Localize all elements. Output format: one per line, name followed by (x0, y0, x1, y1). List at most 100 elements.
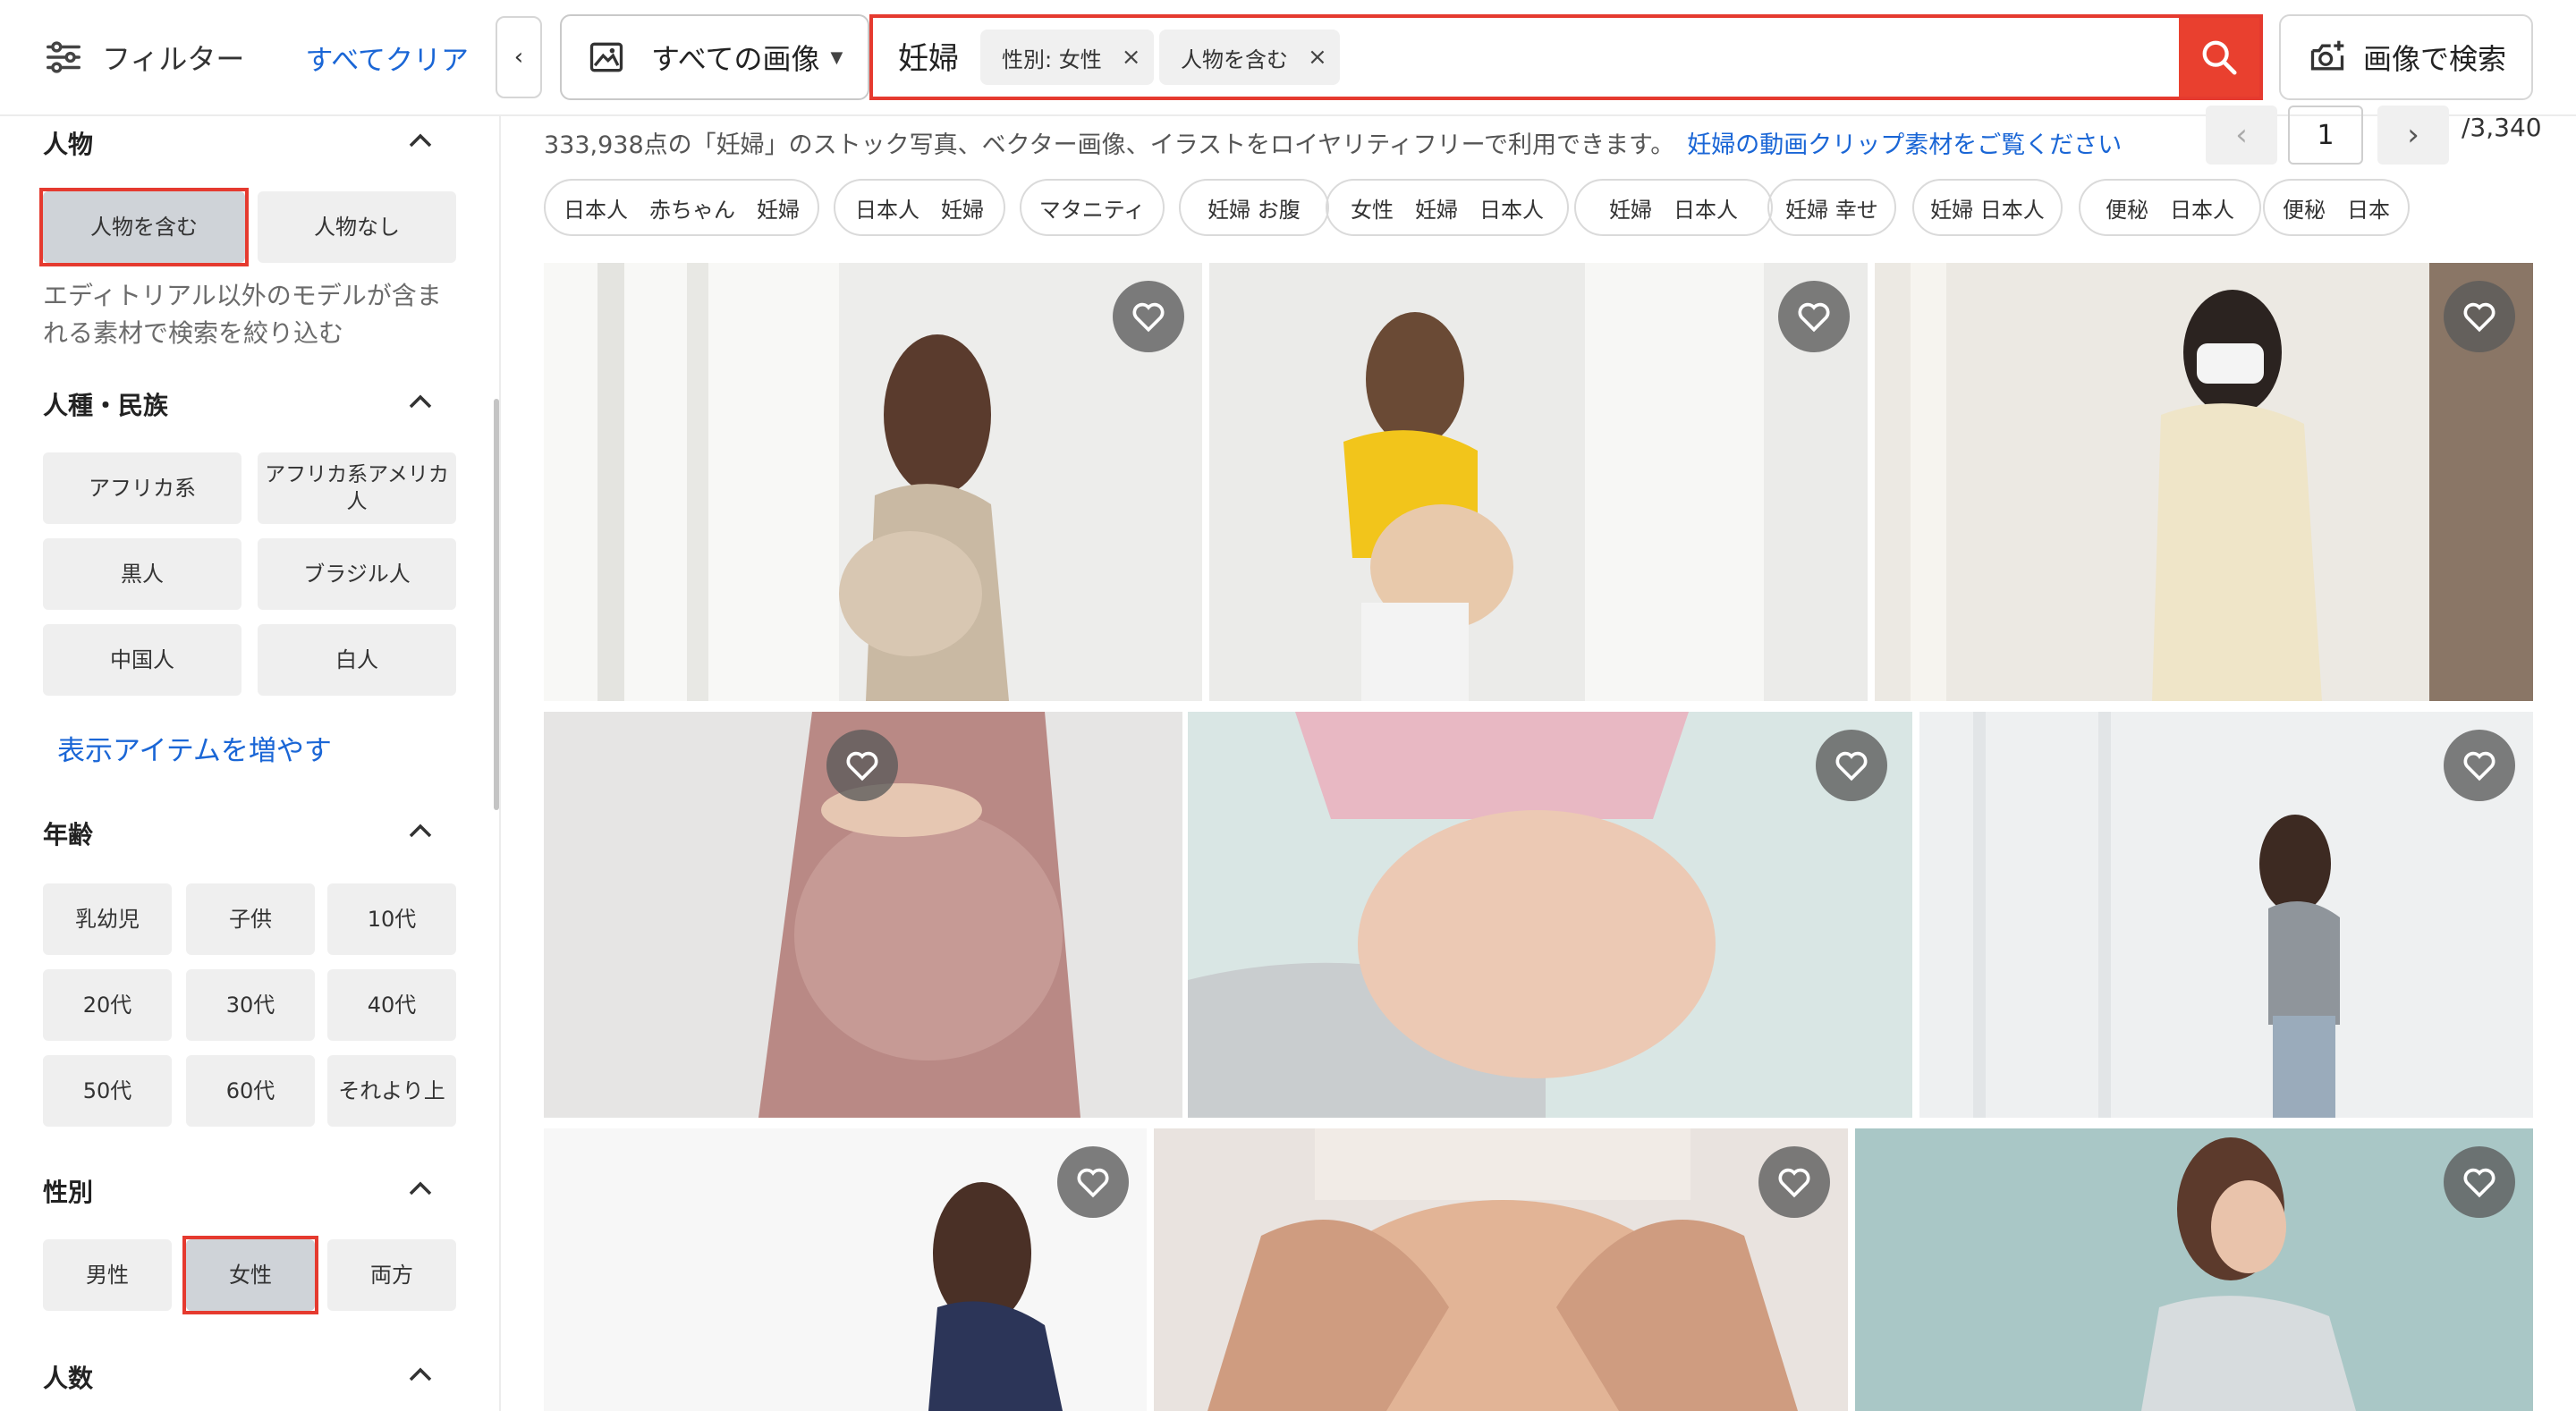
favorite-button[interactable] (2444, 281, 2515, 352)
heart-icon (2463, 751, 2496, 782)
asset-type-label: すべての画像 (651, 42, 820, 76)
favorite-button[interactable] (1758, 1146, 1830, 1218)
age-option[interactable]: 10代 (327, 883, 456, 955)
related-tag[interactable]: 女性 妊婦 日本人 (1326, 179, 1569, 236)
search-icon (2202, 40, 2237, 75)
people-option-none[interactable]: 人物なし (258, 191, 456, 263)
asset-type-select[interactable]: すべての画像 ▼ (560, 14, 869, 100)
show-more-link[interactable]: 表示アイテムを増やす (57, 728, 332, 768)
favorite-button[interactable] (2444, 1146, 2515, 1218)
gender-option-male[interactable]: 男性 (43, 1239, 172, 1311)
people-helper-line2: れる素材で検索を絞り込む (43, 318, 344, 348)
chevron-up-icon[interactable] (408, 823, 433, 839)
search-button[interactable] (2179, 18, 2259, 97)
ethnicity-option[interactable]: 黒人 (43, 538, 242, 610)
favorite-button[interactable] (2444, 730, 2515, 801)
age-option[interactable]: それより上 (327, 1055, 456, 1127)
result-count: 333,938点の「妊婦」のストック写真、ベクター画像、イラストをロイヤリティフ… (544, 125, 2122, 160)
result-photo[interactable] (544, 263, 1202, 701)
favorite-button[interactable] (1113, 281, 1184, 352)
clear-all-link[interactable]: すべてクリア (305, 38, 469, 78)
page-total: /3,340 (2462, 113, 2542, 142)
ethnicity-option[interactable]: ブラジル人 (258, 538, 456, 610)
result-photo[interactable] (544, 712, 1182, 1118)
heart-icon (1132, 302, 1165, 333)
result-count-text: 333,938点の「妊婦」のストック写真、ベクター画像、イラストをロイヤリティフ… (544, 131, 1675, 159)
ethnicity-option[interactable]: 中国人 (43, 624, 242, 696)
age-option[interactable]: 20代 (43, 969, 172, 1041)
related-tag[interactable]: 妊婦 日本人 (1574, 179, 1773, 236)
photo-image (1154, 1128, 1848, 1411)
heart-icon (1835, 751, 1868, 782)
ethnicity-option[interactable]: アフリカ系アメリカ人 (258, 452, 456, 524)
ethnicity-option[interactable]: 白人 (258, 624, 456, 696)
video-clips-link[interactable]: 妊婦の動画クリップ素材をご覧ください (1687, 131, 2122, 159)
age-option[interactable]: 40代 (327, 969, 456, 1041)
age-option[interactable]: 60代 (186, 1055, 315, 1127)
gender-option-both[interactable]: 両方 (327, 1239, 456, 1311)
image-search-button[interactable]: 画像で検索 (2279, 14, 2533, 100)
related-tag[interactable]: 妊婦 日本人 (1912, 179, 2063, 236)
photo-image (1209, 263, 1868, 701)
result-photo[interactable] (1209, 263, 1868, 701)
photo-image (1855, 1128, 2533, 1411)
section-title-people: 人物 (43, 130, 94, 159)
result-photo[interactable] (1188, 712, 1912, 1118)
search-chip-gender: 性別: 女性 × (980, 30, 1154, 85)
heart-icon (846, 751, 878, 782)
result-photo[interactable] (544, 1128, 1147, 1411)
related-tag[interactable]: 便秘 日本人 (2079, 179, 2261, 236)
chevron-right-icon: › (2407, 117, 2419, 153)
close-icon[interactable]: × (1122, 44, 1141, 71)
camera-plus-icon (2310, 40, 2344, 71)
heart-icon (1778, 1168, 1810, 1198)
photo-image (544, 263, 1202, 701)
collapse-filter-button[interactable]: ‹ (496, 16, 542, 98)
section-title-age: 年齢 (43, 820, 94, 849)
image-icon (589, 42, 623, 72)
search-chip-people: 人物を含む × (1159, 30, 1340, 85)
caret-down-icon: ▼ (830, 47, 843, 67)
related-tag[interactable]: 日本人 妊婦 (834, 179, 1005, 236)
related-tag[interactable]: 日本人 赤ちゃん 妊婦 (544, 179, 819, 236)
favorite-button[interactable] (1816, 730, 1887, 801)
filter-toggle[interactable]: フィルター すべてクリア (0, 16, 492, 98)
chip-label: 人物を含む (1181, 46, 1288, 72)
page-number-input[interactable]: 1 (2288, 106, 2363, 165)
sidebar-divider (499, 116, 501, 1411)
related-tag[interactable]: 便秘 日本 (2263, 179, 2410, 236)
related-tag[interactable]: マタニティ (1020, 179, 1165, 236)
heart-icon (1798, 302, 1830, 333)
result-photo[interactable] (1875, 263, 2533, 701)
favorite-button[interactable] (826, 730, 898, 801)
prev-page-button[interactable]: ‹ (2206, 106, 2277, 165)
close-icon[interactable]: × (1308, 44, 1327, 71)
chevron-up-icon[interactable] (408, 393, 433, 410)
result-photo[interactable] (1919, 712, 2533, 1118)
age-option[interactable]: 乳幼児 (43, 883, 172, 955)
heart-icon (1077, 1168, 1109, 1198)
age-option[interactable]: 30代 (186, 969, 315, 1041)
chevron-up-icon[interactable] (408, 1180, 433, 1196)
related-tag[interactable]: 妊婦 幸せ (1767, 179, 1896, 236)
image-search-label: 画像で検索 (2363, 42, 2507, 76)
search-query[interactable]: 妊婦 (898, 34, 959, 78)
people-helper-line1: エディトリアル以外のモデルが含ま (43, 281, 442, 310)
related-tag[interactable]: 妊婦 お腹 (1179, 179, 1329, 236)
photo-image (1188, 712, 1912, 1118)
age-option[interactable]: 50代 (43, 1055, 172, 1127)
favorite-button[interactable] (1057, 1146, 1129, 1218)
favorite-button[interactable] (1778, 281, 1850, 352)
chip-label: 性別: 女性 (1002, 46, 1102, 72)
section-title-ethnicity: 人種・民族 (43, 391, 169, 420)
chevron-up-icon[interactable] (408, 132, 433, 148)
result-photo[interactable] (1154, 1128, 1848, 1411)
result-photo[interactable] (1855, 1128, 2533, 1411)
chevron-up-icon[interactable] (408, 1366, 433, 1382)
ethnicity-option[interactable]: アフリカ系 (43, 452, 242, 524)
sidebar-scrollbar[interactable] (494, 399, 499, 810)
section-title-count: 人数 (43, 1364, 94, 1393)
next-page-button[interactable]: › (2377, 106, 2449, 165)
selection-highlight (39, 188, 249, 266)
age-option[interactable]: 子供 (186, 883, 315, 955)
